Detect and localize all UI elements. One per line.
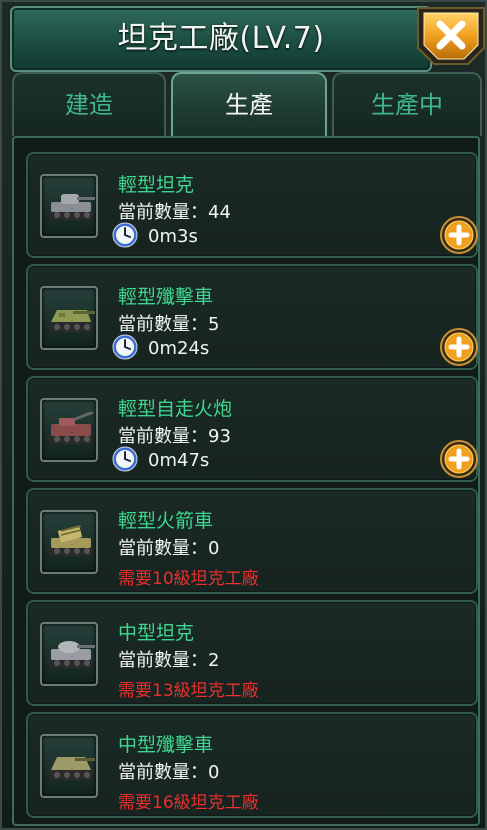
add-production-button[interactable] xyxy=(440,328,478,366)
unit-item-light-tank: 輕型坦克 當前數量：44 0m3s xyxy=(26,152,478,258)
rocket-vehicle-icon xyxy=(40,510,98,574)
count-value: 2 xyxy=(208,650,220,671)
add-production-button[interactable] xyxy=(440,440,478,478)
close-icon xyxy=(417,7,485,65)
unit-name: 中型坦克 xyxy=(118,622,195,644)
count-label: 當前數量： xyxy=(118,202,208,223)
unit-count: 當前數量：2 xyxy=(118,646,219,672)
unit-name: 中型殲擊車 xyxy=(118,734,214,756)
unit-item-medium-tank: 中型坦克 當前數量：2 需要13級坦克工廠 xyxy=(26,600,478,706)
count-label: 當前數量： xyxy=(118,762,208,783)
unit-count: 當前數量：93 xyxy=(118,422,231,448)
count-label: 當前數量： xyxy=(118,314,208,335)
header-bar: 坦克工廠(LV.7) xyxy=(10,6,432,72)
close-button[interactable] xyxy=(414,4,486,66)
count-value: 0 xyxy=(208,538,220,559)
page-title: 坦克工廠(LV.7) xyxy=(117,21,325,56)
add-production-button[interactable] xyxy=(440,216,478,254)
unit-name: 輕型自走火炮 xyxy=(118,398,233,420)
unit-name: 輕型坦克 xyxy=(118,174,195,196)
factory-window: 坦克工廠(LV.7) 建造 生產 生產中 輕型坦克 當前數量：44 0m3s 輕… xyxy=(0,0,487,830)
build-time-value: 0m24s xyxy=(148,338,210,359)
clock-icon xyxy=(112,334,138,360)
unit-count: 當前數量：0 xyxy=(118,758,219,784)
count-label: 當前數量： xyxy=(118,538,208,559)
unit-list: 輕型坦克 當前數量：44 0m3s 輕型殲擊車 當前數量：5 0m24s 輕型自… xyxy=(12,136,480,826)
count-value: 93 xyxy=(208,426,231,447)
unit-item-light-tank-destroyer: 輕型殲擊車 當前數量：5 0m24s xyxy=(26,264,478,370)
unit-item-medium-tank-destroyer: 中型殲擊車 當前數量：0 需要16級坦克工廠 xyxy=(26,712,478,818)
medium-tank-destroyer-icon xyxy=(40,734,98,798)
tab-bar: 建造 生產 生產中 xyxy=(12,72,482,136)
tab-producing[interactable]: 生產中 xyxy=(332,72,482,136)
unlock-requirement: 需要10級坦克工廠 xyxy=(118,569,259,589)
unit-count: 當前數量：5 xyxy=(118,310,219,336)
count-value: 5 xyxy=(208,314,220,335)
count-value: 0 xyxy=(208,762,220,783)
medium-tank-icon xyxy=(40,622,98,686)
clock-icon xyxy=(112,222,138,248)
tab-build[interactable]: 建造 xyxy=(12,72,166,136)
clock-icon xyxy=(112,446,138,472)
unit-name: 輕型火箭車 xyxy=(118,510,214,532)
count-label: 當前數量： xyxy=(118,426,208,447)
unit-item-light-self-propelled-gun: 輕型自走火炮 當前數量：93 0m47s xyxy=(26,376,478,482)
unit-item-light-rocket-vehicle: 輕型火箭車 當前數量：0 需要10級坦克工廠 xyxy=(26,488,478,594)
build-time-value: 0m3s xyxy=(148,226,198,247)
tab-produce[interactable]: 生產 xyxy=(171,72,327,136)
build-time-value: 0m47s xyxy=(148,450,210,471)
unit-name: 輕型殲擊車 xyxy=(118,286,214,308)
unlock-requirement: 需要16級坦克工廠 xyxy=(118,793,259,813)
unit-count: 當前數量：0 xyxy=(118,534,219,560)
light-tank-icon xyxy=(40,174,98,238)
unit-count: 當前數量：44 xyxy=(118,198,231,224)
self-propelled-gun-icon xyxy=(40,398,98,462)
count-label: 當前數量： xyxy=(118,650,208,671)
count-value: 44 xyxy=(208,202,231,223)
unlock-requirement: 需要13級坦克工廠 xyxy=(118,681,259,701)
tank-destroyer-icon xyxy=(40,286,98,350)
